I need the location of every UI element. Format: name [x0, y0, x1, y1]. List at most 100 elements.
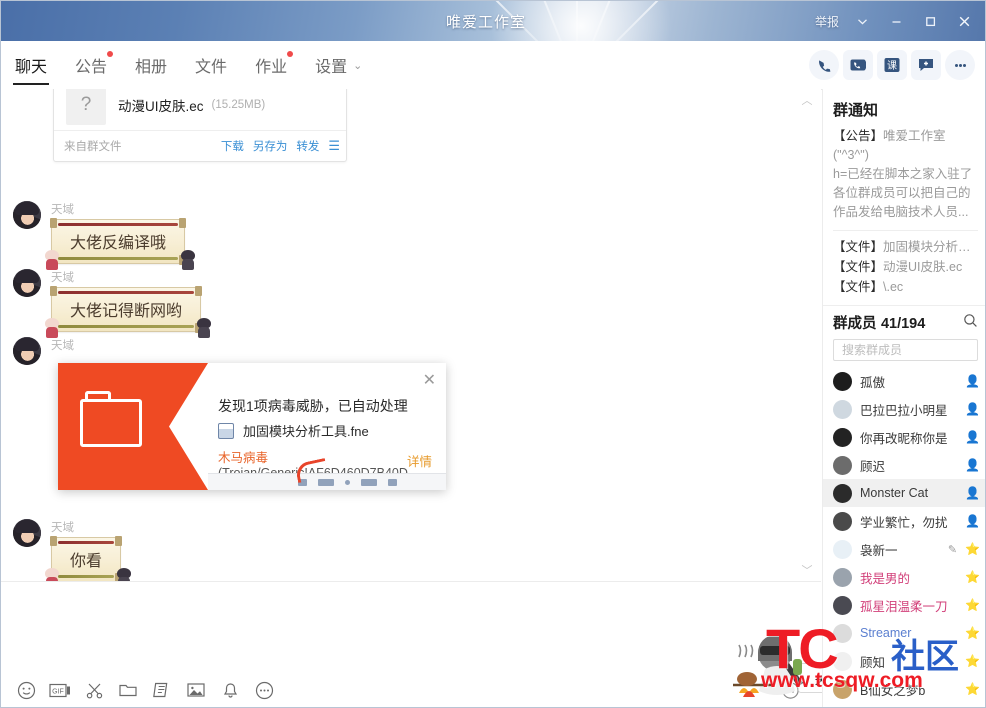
members-header: 群成员 41/194	[823, 305, 985, 337]
message-sender: 天域	[51, 204, 74, 216]
maximize-button[interactable]	[913, 1, 947, 41]
search-input[interactable]	[840, 342, 971, 358]
member-row[interactable]: 凉颜⭐	[823, 703, 985, 707]
scroll-down-arrow[interactable]: ﹀	[799, 563, 815, 577]
chat-input-divider	[1, 581, 821, 582]
file-card-actions: 来自群文件 下载 另存为 转发 ☰	[54, 130, 346, 161]
shake-window-icon[interactable]	[145, 673, 179, 707]
popup-close-icon[interactable]: ✕	[423, 370, 436, 390]
member-row[interactable]: 学业繁忙，勿扰 👤	[823, 507, 985, 535]
infected-file-icon	[218, 422, 234, 439]
group-sidebar: 群通知 【公告】唯爱工作室("^3^") h=已经在脚本之家入驻了 各位群成员可…	[822, 89, 985, 707]
add-chat-icon[interactable]	[911, 50, 941, 80]
window-controls: 举报	[809, 1, 981, 41]
report-button[interactable]: 举报	[809, 9, 845, 34]
file-saveas-link[interactable]: 另存为	[253, 138, 288, 154]
message-row: 天域 大佬反编译哦	[13, 201, 196, 270]
chevron-down-icon[interactable]	[845, 1, 879, 41]
member-name: 顾知	[860, 655, 886, 670]
file-icon[interactable]	[111, 673, 145, 707]
avatar	[833, 371, 852, 391]
member-row[interactable]: Streamer ⭐	[823, 619, 985, 647]
tab-label: 相册	[135, 59, 168, 76]
notice-file-item[interactable]: 【文件】\.ec	[833, 277, 978, 297]
edit-pencil-icon[interactable]: ✎	[948, 543, 957, 556]
tab-homework[interactable]: 作业	[241, 41, 301, 89]
tab-files[interactable]: 文件	[181, 41, 241, 89]
video-call-icon[interactable]	[843, 50, 873, 80]
member-search-box[interactable]	[833, 339, 978, 361]
bubble-decoration-left-icon	[44, 318, 60, 338]
notice-file-name: 动漫UI皮肤.ec	[883, 260, 963, 274]
file-download-link[interactable]: 下载	[221, 138, 244, 154]
message-text: 大佬反编译哦	[70, 235, 167, 252]
group-notice-body: 【公告】唯爱工作室("^3^") h=已经在脚本之家入驻了 各位群成员可以把自己…	[833, 127, 978, 222]
notification-dot	[287, 51, 294, 57]
emoji-icon[interactable]	[9, 673, 43, 707]
tab-album[interactable]: 相册	[121, 41, 181, 89]
avatar[interactable]	[13, 337, 41, 365]
virus-detail-link[interactable]: 详情	[407, 451, 432, 470]
group-notice-section[interactable]: 群通知 【公告】唯爱工作室("^3^") h=已经在脚本之家入驻了 各位群成员可…	[823, 89, 985, 305]
member-star-icon: ⭐	[965, 570, 980, 584]
member-row[interactable]: 顾知 ⭐	[823, 647, 985, 675]
scroll-up-arrow[interactable]: ︿	[799, 93, 815, 107]
member-row[interactable]: 我是男的 ⭐	[823, 563, 985, 591]
member-row[interactable]: 顾迟 👤	[823, 451, 985, 479]
class-icon[interactable]: 课	[877, 50, 907, 80]
more-tools-icon[interactable]	[247, 673, 281, 707]
file-menu-icon[interactable]: ☰	[328, 138, 340, 154]
tab-chat[interactable]: 聊天	[1, 41, 61, 89]
qq-group-chat-window: 唯爱工作室 举报 聊天 公告 相册 文件 作业 设置 ⌄ 课 ︿ ? 动漫UI皮…	[0, 0, 986, 708]
member-row-selected[interactable]: Monster Cat 👤	[823, 479, 985, 507]
member-row[interactable]: 巴拉巴拉小明星 👤	[823, 395, 985, 423]
tab-announcement[interactable]: 公告	[61, 41, 121, 89]
notice-file-name: 加固模块分析工...	[883, 240, 978, 254]
tab-label: 设置	[315, 59, 348, 76]
virus-alert-popup[interactable]: ✕ 发现1项病毒威胁，已自动处理 加固模块分析工具.fne 木马病毒 (Troj…	[58, 363, 446, 490]
file-name: 动漫UI皮肤.ec	[118, 99, 204, 114]
bubble-decoration-left-icon	[44, 250, 60, 270]
avatar[interactable]	[13, 269, 41, 297]
member-badge-icon: 👤	[965, 458, 980, 472]
file-card-top: ? 动漫UI皮肤.ec (15.25MB)	[54, 89, 346, 130]
avatar	[833, 679, 852, 699]
avatar[interactable]	[13, 519, 41, 547]
member-row[interactable]: 袅新一 ✎ ⭐	[823, 535, 985, 563]
close-button[interactable]	[947, 1, 981, 41]
notice-file-item[interactable]: 【文件】加固模块分析工...	[833, 237, 978, 257]
tab-label: 聊天	[15, 59, 48, 76]
member-row[interactable]: 孤傲 👤	[823, 367, 985, 395]
member-list[interactable]: 孤傲 👤 巴拉巴拉小明星 👤 你再改昵称你是 👤 顾迟 👤 Monster Cat 👤 学…	[823, 367, 985, 707]
avatar	[833, 623, 852, 643]
screenshot-icon[interactable]	[77, 673, 111, 707]
search-icon[interactable]	[963, 313, 978, 333]
notification-dot	[107, 51, 114, 57]
bubble-decoration-right-icon	[180, 250, 196, 270]
members-title: 群成员	[833, 316, 877, 332]
member-row[interactable]: B仙女之梦b ⭐	[823, 675, 985, 703]
reminder-bell-icon[interactable]	[213, 673, 247, 707]
infected-file-name: 加固模块分析工具.fne	[243, 424, 369, 439]
member-row[interactable]: 孤星泪温柔一刀 ⭐	[823, 591, 985, 619]
file-forward-link[interactable]: 转发	[296, 138, 319, 154]
phone-call-icon[interactable]	[809, 50, 839, 80]
member-row[interactable]: 你再改昵称你是 👤	[823, 423, 985, 451]
notice-text: 各位群成员可以把自己的	[833, 186, 971, 200]
notice-file-item[interactable]: 【文件】动漫UI皮肤.ec	[833, 257, 978, 277]
avatar	[833, 427, 852, 447]
minimize-button[interactable]	[879, 1, 913, 41]
avatar	[833, 455, 852, 475]
avatar	[833, 595, 852, 615]
notice-file-tag: 【文件】	[833, 240, 884, 254]
avatar[interactable]	[13, 201, 41, 229]
more-icon[interactable]	[945, 50, 975, 80]
notice-tag: 【公告】	[833, 129, 884, 143]
file-message-card[interactable]: ? 动漫UI皮肤.ec (15.25MB) 来自群文件 下载 另存为 转发 ☰	[53, 89, 347, 162]
message-list[interactable]: ︿ ? 动漫UI皮肤.ec (15.25MB) 来自群文件 下载 另存为 转发 …	[1, 89, 821, 581]
tab-label: 公告	[75, 59, 108, 76]
member-badge-icon: 👤	[965, 374, 980, 388]
tab-settings[interactable]: 设置 ⌄	[301, 41, 376, 89]
image-icon[interactable]	[179, 673, 213, 707]
gif-icon[interactable]: GIF	[43, 673, 77, 707]
